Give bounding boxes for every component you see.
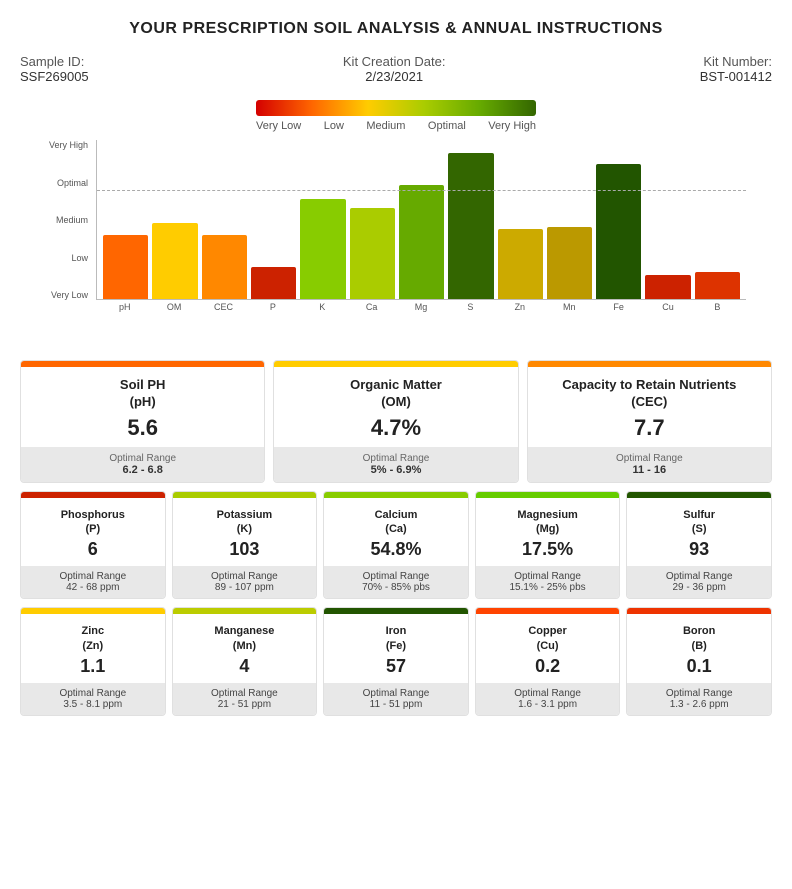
card-name: Boron (B) [635, 624, 763, 653]
card-name: Calcium (Ca) [332, 508, 460, 537]
mid-cards-row: Phosphorus (P)6Optimal Range42 - 68 ppmP… [20, 491, 772, 600]
kit-number: Kit Number: BST-001412 [700, 54, 772, 84]
bar-s [448, 153, 493, 299]
card-footer: Optimal Range11 - 16 [528, 447, 771, 482]
bar-mn [547, 227, 592, 299]
bar-ph [103, 235, 148, 299]
meta-row: Sample ID: SSF269005 Kit Creation Date: … [20, 54, 772, 84]
card-name: Zinc (Zn) [29, 624, 157, 653]
card-footer: Optimal Range6.2 - 6.8 [21, 447, 264, 482]
card-magnesium: Magnesium (Mg)17.5% Optimal Range15.1% - … [475, 491, 621, 600]
kit-creation: Kit Creation Date: 2/23/2021 [343, 54, 446, 84]
card-footer: Optimal Range21 - 51 ppm [173, 683, 317, 715]
card-footer: Optimal Range1.3 - 2.6 ppm [627, 683, 771, 715]
bot-cards-row: Zinc (Zn)1.1Optimal Range3.5 - 8.1 ppmMa… [20, 607, 772, 716]
card-footer: Optimal Range42 - 68 ppm [21, 566, 165, 598]
legend-labels: Very Low Low Medium Optimal Very High [256, 120, 536, 132]
bar-ca [350, 208, 395, 299]
optimal-line [97, 190, 746, 191]
bar-b [695, 272, 740, 299]
legend: Very Low Low Medium Optimal Very High [20, 100, 772, 132]
card-value: 7.7 [536, 415, 763, 441]
legend-bar [256, 100, 536, 116]
card-calcium: Calcium (Ca)54.8% Optimal Range70% - 85% … [323, 491, 469, 600]
card-value: 4.7% [282, 415, 509, 441]
bar-cu [645, 275, 690, 299]
card-value: 0.2 [484, 656, 612, 677]
card-copper: Copper (Cu) 0.2 Optimal Range1.6 - 3.1 ppm [475, 607, 621, 716]
bar-fe [596, 164, 641, 299]
card-footer: Optimal Range11 - 51 ppm [324, 683, 468, 715]
card-value: 57 [332, 656, 460, 677]
card-value: 54.8% [332, 539, 460, 560]
bar-om [152, 223, 197, 299]
card-organic-matter: Organic Matter (OM) 4.7% Optimal Range5% -… [273, 360, 518, 483]
card-name: Copper (Cu) [484, 624, 612, 653]
bar-mg [399, 185, 444, 299]
card-name: Iron (Fe) [332, 624, 460, 653]
card-value: 1.1 [29, 656, 157, 677]
card-potassium: Potassium (K)103 Optimal Range89 - 107 pp… [172, 491, 318, 600]
card-value: 6 [29, 539, 157, 560]
card-name: Organic Matter (OM) [282, 377, 509, 411]
card-name: Manganese (Mn) [181, 624, 309, 653]
card-footer: Optimal Range3.5 - 8.1 ppm [21, 683, 165, 715]
card-soil-ph: Soil PH (pH) 5.6 Optimal Range6.2 - 6.8 [20, 360, 265, 483]
card-zinc: Zinc (Zn) 1.1 Optimal Range3.5 - 8.1 ppm [20, 607, 166, 716]
card-name: Potassium (K) [181, 508, 309, 537]
card-name: Phosphorus (P) [29, 508, 157, 537]
card-footer: Optimal Range70% - 85% pbs [324, 566, 468, 598]
card-footer: Optimal Range1.6 - 3.1 ppm [476, 683, 620, 715]
card-manganese: Manganese (Mn) 4 Optimal Range21 - 51 ppm [172, 607, 318, 716]
card-value: 17.5% [484, 539, 612, 560]
card-footer: Optimal Range15.1% - 25% pbs [476, 566, 620, 598]
card-value: 93 [635, 539, 763, 560]
bar-cec [202, 235, 247, 299]
card-boron: Boron (B) 0.1 Optimal Range1.3 - 2.6 ppm [626, 607, 772, 716]
bar-chart: Very High Optimal Medium Low Very Low pH… [20, 140, 772, 340]
card-name: Soil PH (pH) [29, 377, 256, 411]
card-value: 4 [181, 656, 309, 677]
card-name: Magnesium (Mg) [484, 508, 612, 537]
card-phosphorus: Phosphorus (P)6 Optimal Range42 - 68 ppm [20, 491, 166, 600]
bar-zn [498, 229, 543, 299]
card-name: Capacity to Retain Nutrients (CEC) [536, 377, 763, 411]
card-value: 0.1 [635, 656, 763, 677]
card-sulfur: Sulfur (S)93 Optimal Range29 - 36 ppm [626, 491, 772, 600]
card-footer: Optimal Range29 - 36 ppm [627, 566, 771, 598]
sample-id: Sample ID: SSF269005 [20, 54, 89, 84]
card-value: 103 [181, 539, 309, 560]
card-name: Sulfur (S) [635, 508, 763, 537]
bar-p [251, 267, 296, 299]
page-title: YOUR PRESCRIPTION SOIL ANALYSIS & ANNUAL… [20, 20, 772, 38]
bar-k [300, 199, 345, 299]
card-footer: Optimal Range89 - 107 ppm [173, 566, 317, 598]
card-value: 5.6 [29, 415, 256, 441]
card-capacity-to-retain-nutrients: Capacity to Retain Nutrients (CEC) 7.7 Opt… [527, 360, 772, 483]
top-cards-row: Soil PH (pH) 5.6 Optimal Range6.2 - 6.8 Org… [20, 360, 772, 483]
card-footer: Optimal Range5% - 6.9% [274, 447, 517, 482]
card-iron: Iron (Fe) 57 Optimal Range11 - 51 ppm [323, 607, 469, 716]
